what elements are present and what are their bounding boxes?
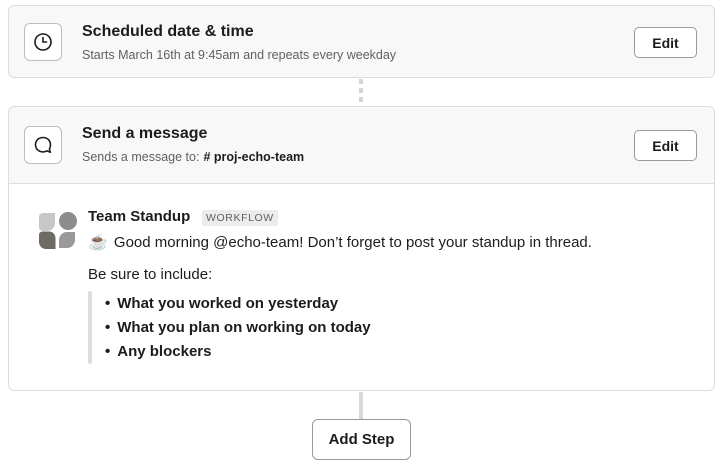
subtitle-prefix: Sends a message to: (82, 150, 200, 164)
step-subtitle: Starts March 16th at 9:45am and repeats … (82, 48, 397, 62)
list-item: What you worked on yesterday (105, 292, 371, 316)
step-card-send-message: Send a message Sends a message to: # proj… (8, 106, 715, 391)
message-preview: Team Standup WORKFLOW ☕ Good morning @ec… (9, 183, 714, 390)
step-title: Scheduled date & time (82, 23, 254, 40)
message-bubble-icon (24, 126, 62, 164)
step-subtitle: Sends a message to: # proj-echo-team (82, 150, 304, 164)
step-connector (359, 79, 363, 106)
message-text: Good morning @echo-team! Don’t forget to… (113, 233, 592, 251)
workflow-logo-icon (36, 210, 78, 252)
quote-bar (88, 291, 92, 364)
clock-icon (24, 23, 62, 61)
edit-schedule-button[interactable]: Edit (634, 27, 697, 58)
workflow-badge: WORKFLOW (202, 210, 278, 226)
edit-message-button[interactable]: Edit (634, 130, 697, 161)
list-item: Any blockers (105, 340, 371, 364)
bullet-list: What you worked on yesterday What you pl… (105, 292, 371, 364)
step-title: Send a message (82, 125, 208, 142)
include-label: Be sure to include: (88, 266, 213, 283)
add-step-button[interactable]: Add Step (312, 419, 411, 460)
message-text-line: ☕ Good morning @echo-team! Don’t forget … (88, 232, 592, 252)
channel-name: # proj-echo-team (203, 150, 305, 164)
list-item: What you plan on working on today (105, 316, 370, 340)
coffee-icon: ☕ (88, 234, 108, 251)
sender-name: Team Standup (88, 208, 191, 225)
step-card-schedule: Scheduled date & time Starts March 16th … (8, 5, 715, 78)
step-connector (359, 392, 363, 419)
